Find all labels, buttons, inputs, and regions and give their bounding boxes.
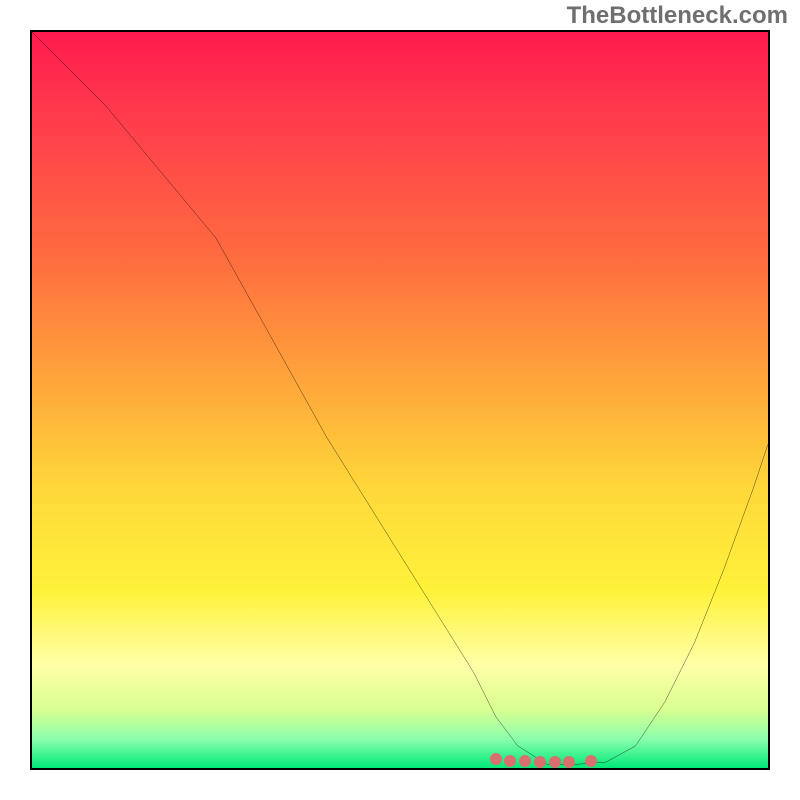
watermark-text: TheBottleneck.com [567,2,788,30]
plot-area [30,30,770,770]
highlight-marker [519,755,531,767]
highlight-marker [549,756,561,768]
chart-container: TheBottleneck.com [0,0,800,800]
highlight-marker [490,753,502,765]
highlight-marker [534,756,546,768]
highlight-marker [585,755,597,767]
highlight-marker [504,755,516,767]
highlight-marker [563,756,575,768]
markers-layer [32,32,768,768]
